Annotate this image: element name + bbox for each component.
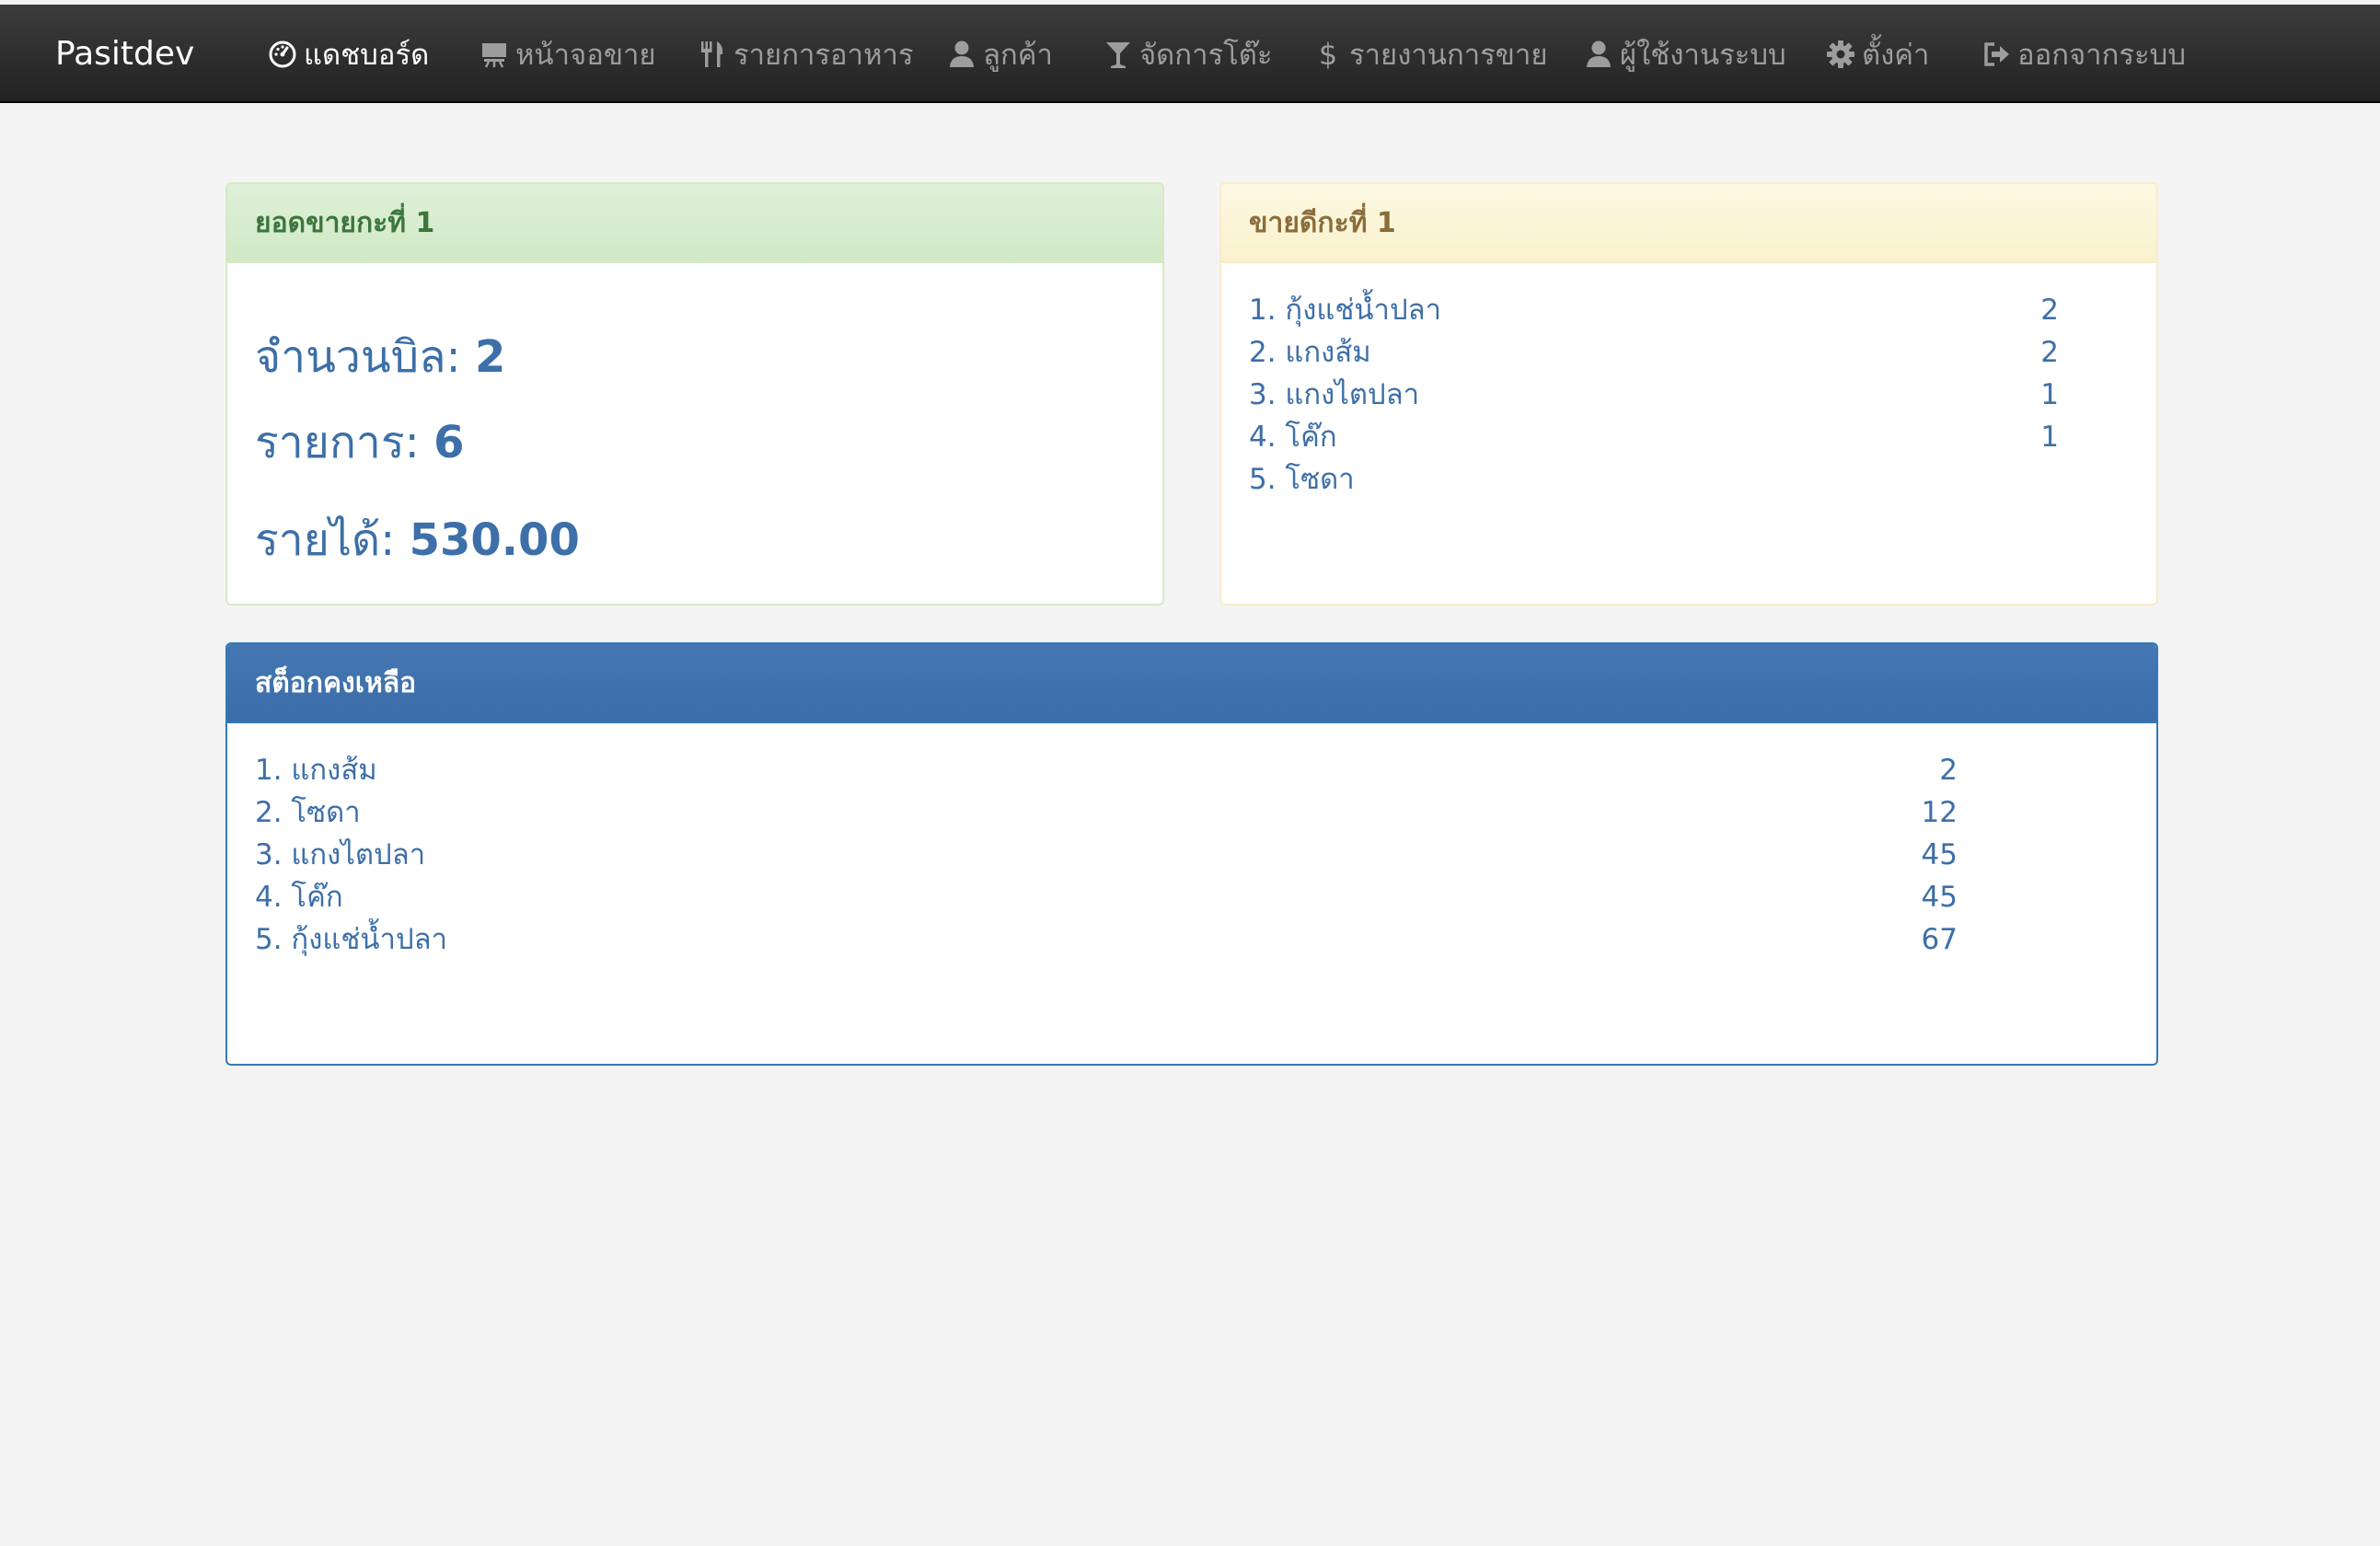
income-label: รายได้: [255,514,396,566]
sales-summary-panel: ยอดขายกะที่ 1 จำนวนบิล: 2 รายการ: 6 รายไ… [225,182,1164,606]
nav-label-logout: ออกจากระบบ [2017,38,2187,72]
item-qty: 45 [1921,881,1958,914]
item-name: 2. แกงส้ม [1249,336,1371,369]
nav-item-users[interactable]: ผู้ใช้งานระบบ [1583,5,1786,103]
nav-item-tables[interactable]: จัดการโต๊ะ [1103,5,1273,103]
item-name: 5. กุ้งแช่น้ำปลา [255,923,448,956]
item-name: 3. แกงไตปลา [1249,378,1420,411]
nav-label-sales-report: รายงานการขาย [1349,38,1548,72]
item-name: 2. โซดา [255,796,361,829]
easel-icon [479,39,510,70]
list-item: 2. โซดา 12 [255,791,2132,834]
bills-count: จำนวนบิล: 2 [255,322,505,392]
brand-logo[interactable]: Pasitdev [55,5,194,103]
logout-icon [1981,39,2012,70]
gear-icon [1825,39,1856,70]
nav-label-pos: หน้าจอขาย [515,38,656,72]
nav-item-menu[interactable]: รายการอาหาร [697,5,914,103]
list-item: 2. แกงส้ม 2 [1249,331,2132,374]
bestseller-list: 1. กุ้งแช่น้ำปลา 2 2. แกงส้ม 2 3. แกงไตป… [1249,289,2132,501]
stock-remaining-panel: สต็อกคงเหลือ 1. แกงส้ม 2 2. โซดา 12 3. แ… [225,642,2158,1066]
panel-title: ยอดขายกะที่ 1 [227,184,1162,263]
nav-item-logout[interactable]: ออกจากระบบ [1981,5,2186,103]
item-name: 4. โค๊ก [1249,421,1337,454]
item-name: 1. กุ้งแช่น้ำปลา [1249,294,1442,327]
nav-item-settings[interactable]: ตั้งค่า [1825,5,1929,103]
list-item: 1. กุ้งแช่น้ำปลา 2 [1249,289,2132,331]
nav-label-dashboard: แดชบอร์ด [304,38,430,72]
income-value: 530.00 [409,514,580,566]
user-icon [1583,39,1614,70]
panel-title: ขายดีกะที่ 1 [1221,184,2156,263]
bills-label: จำนวนบิล: [255,331,461,383]
nav-label-customers: ลูกค้า [983,38,1053,72]
item-name: 5. โซดา [1249,463,1355,496]
list-item: 4. โค๊ก 45 [255,876,2132,918]
item-qty: 45 [1921,838,1958,871]
nav-label-menu: รายการอาหาร [734,38,914,72]
user-icon [946,39,977,70]
stock-list: 1. แกงส้ม 2 2. โซดา 12 3. แกงไตปลา 45 4.… [255,749,2132,961]
list-item: 3. แกงไตปลา 1 [1249,374,2132,416]
item-qty: 1 [2040,378,2059,411]
items-value: 6 [433,417,465,468]
list-item: 4. โค๊ก 1 [1249,416,2132,458]
top-navbar: Pasitdev แดชบอร์ด หน้าจอขาย รายการอาหาร … [0,5,2380,103]
nav-item-sales-report[interactable]: $ รายงานการขาย [1312,5,1548,103]
cutlery-icon [697,39,728,70]
bills-value: 2 [474,331,506,383]
list-item: 5. โซดา [1249,458,2132,501]
item-name: 4. โค๊ก [255,881,343,914]
panel-title: สต็อกคงเหลือ [227,644,2156,723]
items-label: รายการ: [255,417,420,468]
item-qty: 1 [2040,421,2059,454]
nav-item-pos[interactable]: หน้าจอขาย [479,5,656,103]
item-qty: 2 [2040,294,2059,327]
item-qty: 2 [1939,754,1958,787]
items-count: รายการ: 6 [255,408,465,478]
nav-item-customers[interactable]: ลูกค้า [946,5,1053,103]
list-item: 1. แกงส้ม 2 [255,749,2132,791]
bestseller-panel: ขายดีกะที่ 1 1. กุ้งแช่น้ำปลา 2 2. แกงส้… [1219,182,2158,606]
item-name: 3. แกงไตปลา [255,838,426,871]
nav-label-tables: จัดการโต๊ะ [1139,38,1273,72]
item-qty: 67 [1921,923,1958,956]
nav-label-settings: ตั้งค่า [1862,38,1930,72]
income-total: รายได้: 530.00 [255,505,580,575]
dollar-icon: $ [1318,36,1338,72]
item-name: 1. แกงส้ม [255,754,377,787]
dashboard-icon [267,39,298,70]
item-qty: 12 [1921,796,1958,829]
nav-label-users: ผู้ใช้งานระบบ [1620,38,1786,72]
glass-icon [1103,39,1134,70]
nav-item-dashboard[interactable]: แดชบอร์ด [267,5,429,103]
list-item: 3. แกงไตปลา 45 [255,834,2132,876]
list-item: 5. กุ้งแช่น้ำปลา 67 [255,918,2132,961]
item-qty: 2 [2040,336,2059,369]
